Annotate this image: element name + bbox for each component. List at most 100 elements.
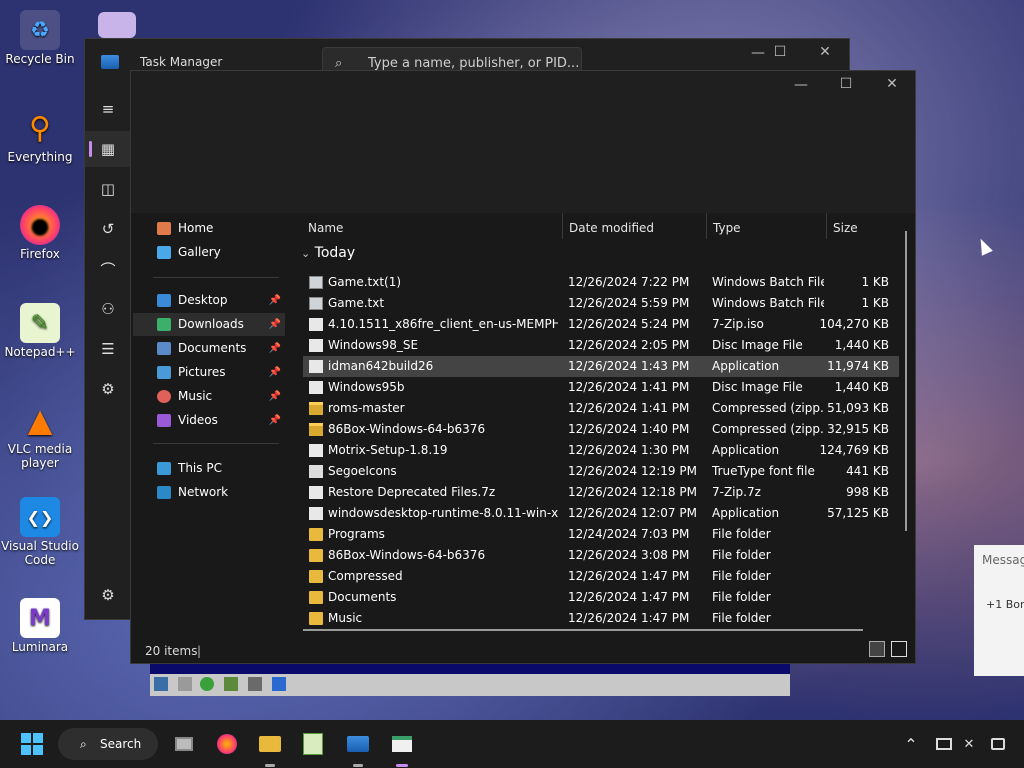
file-size: 51,093 KB [827,401,889,415]
chevron-up-icon[interactable]: ⌃ [899,732,923,756]
table-row[interactable]: Documents 12/26/2024 1:47 PM File folder [303,587,899,608]
task-manager-taskbar-icon[interactable] [346,732,370,756]
vertical-scrollbar[interactable] [905,231,907,531]
zip-file-icon [309,423,323,436]
desktop-icon-luminara[interactable]: M Luminara [0,598,80,654]
vm-floppy-icon[interactable] [154,677,168,691]
notification-icon[interactable] [986,732,1010,756]
table-row[interactable]: Music 12/26/2024 1:47 PM File folder [303,608,899,629]
pin-icon[interactable]: 📌 [269,361,281,384]
pin-icon[interactable]: 📌 [269,337,281,360]
desktop-icon-vlc[interactable]: ▲ VLC media player [0,400,80,470]
table-row[interactable]: Motrix-Setup-1.8.19 12/26/2024 1:30 PM App… [303,440,899,461]
table-row[interactable]: Programs 12/24/2024 7:03 PM File folder [303,524,899,545]
firefox-taskbar-icon[interactable] [215,732,239,756]
column-divider[interactable] [562,213,563,239]
file-explorer-taskbar-icon[interactable] [258,732,282,756]
table-row[interactable]: 86Box-Windows-64-b6376 12/26/2024 1:40 PM… [303,419,899,440]
ex-close-button[interactable]: ✕ [877,76,907,92]
desktop-icon-recycle-bin[interactable]: ♻ Recycle Bin [0,10,80,66]
file-name: Motrix-Setup-1.8.19 [328,443,448,457]
table-row[interactable]: Game.txt(1) 12/26/2024 7:22 PM Windows Bat… [303,272,899,293]
nav-home[interactable]: Home [133,217,285,240]
taskbar-search-button[interactable]: ⌕ Search [58,728,158,760]
nav-videos[interactable]: Videos 📌 [133,409,285,432]
desktop-icon-everything[interactable]: ⚲ Everything [0,108,80,165]
nav-music[interactable]: Music 📌 [133,385,285,408]
file-date: 12/26/2024 7:22 PM [568,275,690,289]
startup-apps-tab-icon[interactable]: ⌒ [85,251,131,287]
vm-cd-icon[interactable] [200,677,214,691]
nav-this-pc[interactable]: This PC [133,457,285,480]
font-file-icon [309,465,323,478]
ex-maximize-button[interactable]: ☐ [831,76,861,92]
pin-icon[interactable]: 📌 [269,409,281,432]
table-row[interactable]: SegoeIcons 12/26/2024 12:19 PM TrueType fo… [303,461,899,482]
services-tab-icon[interactable]: ⚙ [85,371,131,407]
file-size: 57,125 KB [827,506,889,520]
file-date: 12/24/2024 7:03 PM [568,527,690,541]
pin-icon[interactable]: 📌 [269,385,281,408]
file-date: 12/26/2024 2:05 PM [568,338,690,352]
app-taskbar-icon[interactable] [390,732,414,756]
tm-close-button[interactable]: ✕ [810,44,840,60]
desktop-icon-vscode[interactable]: ❮❯ Visual Studio Code [0,497,80,567]
column-divider[interactable] [706,213,707,239]
desktop-icon-notepadpp[interactable]: ✎ Notepad++ [0,303,80,359]
details-tab-icon[interactable]: ☰ [85,331,131,367]
table-row[interactable]: windowsdesktop-runtime-8.0.11-win-x64 12/… [303,503,899,524]
firefox-icon: ● [20,205,60,245]
details-view-icon[interactable] [869,641,885,657]
table-row[interactable]: idman642build26 12/26/2024 1:43 PM Applica… [303,356,899,377]
vm-network-icon[interactable] [224,677,238,691]
file-type: File folder [712,590,771,604]
start-button[interactable] [20,732,44,756]
file-size: 1 KB [861,296,889,310]
column-header-size[interactable]: Size [833,221,858,235]
processes-tab-icon[interactable]: ▦ [85,131,131,167]
nav-desktop[interactable]: Desktop 📌 [133,289,285,312]
task-view-icon[interactable] [172,732,196,756]
volume-muted-icon[interactable]: ✕ [957,732,981,756]
pin-icon[interactable]: 📌 [269,313,281,336]
users-tab-icon[interactable]: ⚇ [85,291,131,327]
vm-hdd-icon[interactable] [248,677,262,691]
notepadpp-taskbar-icon[interactable] [301,732,325,756]
nav-downloads[interactable]: Downloads 📌 [133,313,285,336]
column-header-date[interactable]: Date modified [569,221,654,235]
table-row[interactable]: 4.10.1511_x86fre_client_en-us-MEMPHIS_..… [303,314,899,335]
hamburger-menu-icon[interactable]: ≡ [85,91,131,127]
settings-icon[interactable]: ⚙ [85,577,131,613]
table-row[interactable]: roms-master 12/26/2024 1:41 PM Compressed … [303,398,899,419]
pin-icon[interactable]: 📌 [269,289,281,312]
nav-network[interactable]: Network [133,481,285,504]
file-name: roms-master [328,401,405,415]
file-type: Compressed (zipp... [712,401,824,415]
nav-gallery[interactable]: Gallery [133,241,285,264]
message-popup[interactable]: Messag +1 Bon [974,545,1024,676]
column-divider[interactable] [826,213,827,239]
nav-documents[interactable]: Documents 📌 [133,337,285,360]
table-row[interactable]: Game.txt 12/26/2024 5:59 PM Windows Batch … [303,293,899,314]
tiles-view-icon[interactable] [891,641,907,657]
network-tray-icon[interactable] [932,732,956,756]
table-row[interactable]: 86Box-Windows-64-b6376 12/26/2024 3:08 PM… [303,545,899,566]
ex-minimize-button[interactable]: — [786,77,816,93]
file-date: 12/26/2024 1:43 PM [568,359,690,373]
column-header-name[interactable]: Name [308,221,343,235]
vm-drive-icon[interactable] [178,677,192,691]
table-row[interactable]: Compressed 12/26/2024 1:47 PM File folder [303,566,899,587]
tm-maximize-button[interactable]: ☐ [765,44,795,60]
partial-desktop-icon[interactable] [98,12,136,38]
table-row[interactable]: Windows95b 12/26/2024 1:41 PM Disc Image F… [303,377,899,398]
table-row[interactable]: Windows98_SE 12/26/2024 2:05 PM Disc Image… [303,335,899,356]
group-header-today[interactable]: ⌄ Today [301,245,355,261]
performance-tab-icon[interactable]: ◫ [85,171,131,207]
app-history-tab-icon[interactable]: ↺ [85,211,131,247]
vm-sound-icon[interactable] [272,677,286,691]
column-header-type[interactable]: Type [713,221,741,235]
table-row[interactable]: Restore Deprecated Files.7z 12/26/2024 12… [303,482,899,503]
nav-pictures[interactable]: Pictures 📌 [133,361,285,384]
desktop-icon-firefox[interactable]: ● Firefox [0,205,80,261]
horizontal-scrollbar[interactable] [303,629,863,631]
